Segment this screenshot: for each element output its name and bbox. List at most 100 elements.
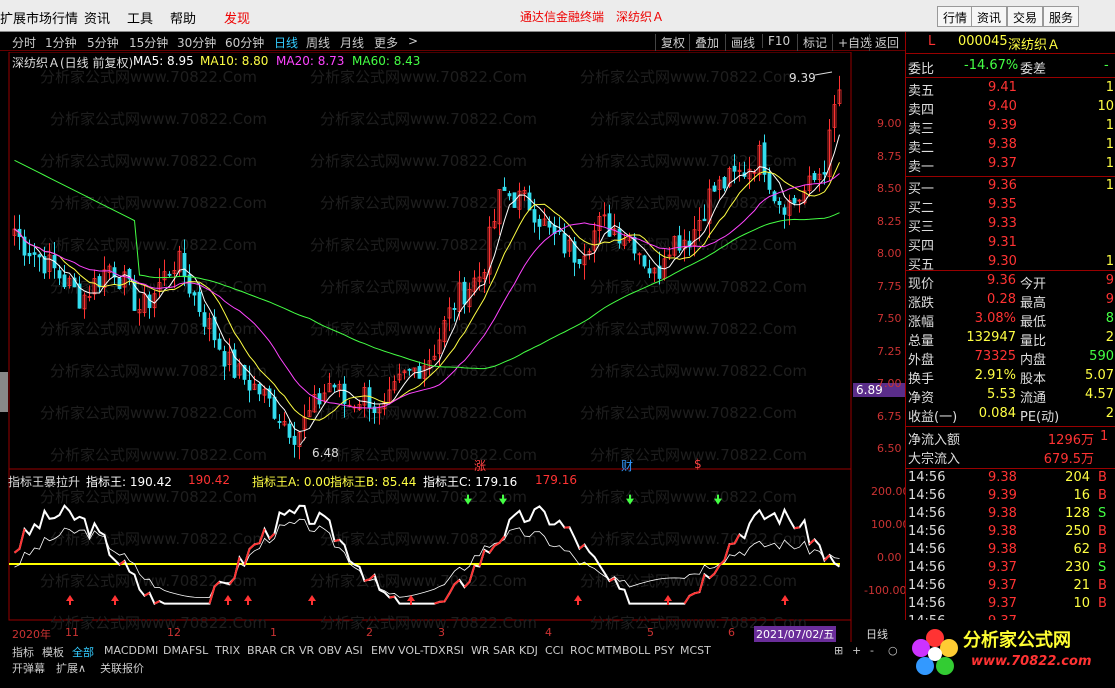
toggle-danmaku[interactable]: 开弹幕 — [12, 660, 45, 676]
zoom-out-icon[interactable]: - — [870, 644, 874, 657]
watermark-text: 分析家公式网www.70822.Com — [50, 446, 267, 464]
circle-icon[interactable]: ○ — [888, 644, 898, 657]
tab-all[interactable]: 全部 — [72, 644, 94, 660]
stat-label: 总量 — [908, 334, 935, 349]
tick-time: 14:56 — [908, 560, 946, 575]
date-label: 5 — [647, 626, 654, 639]
btn-quotes[interactable]: 行情 — [937, 6, 974, 27]
zoom-in-icon[interactable]: + — [852, 644, 861, 657]
tab-dma[interactable]: DMA — [163, 644, 189, 657]
tab-vol-tdx[interactable]: VOL-TDX — [398, 644, 446, 657]
period-daily[interactable]: 日线 — [274, 34, 298, 51]
tab-emv[interactable]: EMV — [371, 644, 395, 657]
tick-direction: B — [1098, 578, 1107, 593]
btn-trade[interactable]: 交易 — [1007, 6, 1044, 27]
stat-row: 外盘 73325 内盘 590 — [908, 349, 1114, 368]
tick-price: 9.39 — [988, 488, 1017, 503]
tab-kdj[interactable]: KDJ — [519, 644, 538, 657]
ask-price: 9.37 — [988, 156, 1017, 171]
tab-brar[interactable]: BRAR — [247, 644, 277, 657]
watermark-text: 分析家公式网www.70822.Com — [310, 68, 527, 86]
candle-body — [537, 218, 542, 227]
ask-row: 卖二 9.38 1 — [908, 137, 1114, 156]
menu-info[interactable]: 资讯 — [84, 8, 110, 27]
watermark-text: 分析家公式网www.70822.Com — [310, 236, 527, 254]
zhang-marker[interactable]: 涨 — [474, 457, 486, 474]
btn-mark[interactable]: 标记 — [797, 34, 827, 51]
tab-cr[interactable]: CR — [280, 644, 295, 657]
watermark-text: 分析家公式网www.70822.Com — [590, 362, 807, 380]
weibi-value: -14.67% — [964, 58, 1019, 73]
period-30min[interactable]: 30分钟 — [177, 34, 216, 51]
candle-body — [257, 383, 262, 395]
period-60min[interactable]: 60分钟 — [225, 34, 264, 51]
tab-sar[interactable]: SAR — [493, 644, 515, 657]
watermark-text: 分析家公式网www.70822.Com — [580, 320, 797, 338]
menu-help[interactable]: 帮助 — [170, 8, 196, 27]
stock-header: L 000045 深纺织Ａ — [908, 34, 1114, 53]
tab-boll[interactable]: BOLL — [622, 644, 650, 657]
tick-price: 9.37 — [988, 596, 1017, 611]
chart-area[interactable]: 分析家公式网www.70822.Com 分析家公式网www.70822.Com 分析… — [0, 52, 910, 642]
tab-fsl[interactable]: FSL — [189, 644, 208, 657]
indicator-rise-segment — [794, 526, 800, 530]
tab-asi[interactable]: ASI — [345, 644, 363, 657]
tick-time: 14:56 — [908, 578, 946, 593]
tab-rsi[interactable]: RSI — [446, 644, 464, 657]
tab-macd[interactable]: MACD — [104, 644, 137, 657]
tab-mtm[interactable]: MTM — [596, 644, 622, 657]
period-15min[interactable]: 15分钟 — [129, 34, 168, 51]
collapse-handle — [0, 372, 8, 412]
btn-news[interactable]: 资讯 — [971, 6, 1008, 27]
ask-row: 卖五 9.41 1 — [908, 80, 1114, 99]
indicator-rise-segment — [389, 595, 395, 599]
period-monthly[interactable]: 月线 — [340, 34, 364, 51]
date-label: 1 — [270, 626, 277, 639]
s-marker[interactable]: $ — [694, 457, 702, 471]
period-more[interactable]: 更多 — [374, 34, 398, 51]
tab-psy[interactable]: PSY — [654, 644, 674, 657]
btn-draw[interactable]: 画线 — [725, 34, 755, 51]
related-quotes[interactable]: 关联报价 — [100, 660, 144, 676]
btn-service[interactable]: 服务 — [1043, 6, 1080, 27]
tab-template[interactable]: 模板 — [42, 644, 64, 660]
expand-button[interactable]: 扩展∧ — [56, 660, 86, 676]
tab-vr[interactable]: VR — [299, 644, 314, 657]
btn-add-favorite[interactable]: +自选 — [832, 34, 872, 51]
ask-row: 卖三 9.39 1 — [908, 118, 1114, 137]
price-tick: 7.00 — [877, 377, 902, 390]
price-tick: 8.50 — [877, 182, 902, 195]
tab-trix[interactable]: TRIX — [215, 644, 240, 657]
menu-tools[interactable]: 工具 — [127, 8, 153, 27]
grid-icon[interactable]: ⊞ — [834, 644, 843, 657]
period-1min[interactable]: 1分钟 — [45, 34, 77, 51]
bid-price: 9.36 — [988, 178, 1017, 193]
period-weekly[interactable]: 周线 — [306, 34, 330, 51]
chevron-right-icon[interactable]: > — [408, 34, 418, 48]
indicator-rise-segment — [729, 542, 735, 546]
btn-fuquan[interactable]: 复权 — [655, 34, 685, 51]
tab-cci[interactable]: CCI — [545, 644, 564, 657]
tick-price: 9.38 — [988, 524, 1017, 539]
period-tick[interactable]: 分时 — [12, 34, 36, 51]
tab-indicator[interactable]: 指标 — [12, 644, 34, 660]
stat-label: 最低 — [1020, 315, 1047, 330]
tab-dmi[interactable]: DMI — [137, 644, 158, 657]
kline-chart[interactable]: 分析家公式网www.70822.Com 分析家公式网www.70822.Com 分析… — [0, 52, 905, 642]
menu-discover[interactable]: 发现 — [224, 8, 250, 27]
btn-overlay[interactable]: 叠加 — [689, 34, 719, 51]
price-tick: 6.75 — [877, 410, 902, 423]
buy-arrow-icon — [308, 595, 316, 605]
tick-time: 14:56 — [908, 542, 946, 557]
menu-market[interactable]: 扩展市场行情 — [0, 8, 78, 27]
tab-roc[interactable]: ROC — [570, 644, 594, 657]
tab-mcst[interactable]: MCST — [680, 644, 711, 657]
stat-label: 内盘 — [1020, 353, 1047, 368]
btn-f10[interactable]: F10 — [762, 34, 790, 48]
tick-direction: S — [1098, 506, 1107, 521]
tab-obv[interactable]: OBV — [318, 644, 341, 657]
cai-marker[interactable]: 财 — [621, 457, 633, 474]
period-5min[interactable]: 5分钟 — [87, 34, 119, 51]
tab-wr[interactable]: WR — [471, 644, 490, 657]
btn-back[interactable]: 返回 — [869, 34, 899, 51]
